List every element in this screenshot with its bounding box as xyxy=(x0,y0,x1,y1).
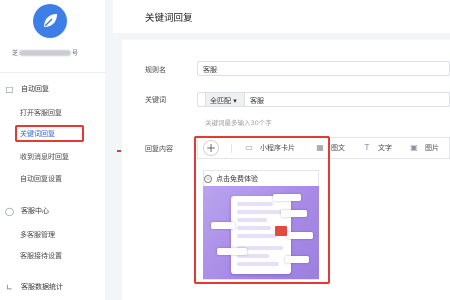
keyword-value: 客服 xyxy=(250,97,264,105)
rule-name-label: 规则名 xyxy=(145,66,166,74)
sidebar-item-message-reply[interactable]: 收到消息时回复 xyxy=(20,151,69,163)
tool-label: 图文 xyxy=(331,144,345,152)
tool-image[interactable]: ▣ 图片 xyxy=(409,141,439,155)
keyword-hint: 关键词最多输入30个字 xyxy=(205,119,272,127)
headset-icon: ◯ xyxy=(5,206,14,216)
chart-icon: ∟ xyxy=(6,282,13,292)
chevron-down-icon: ▾ xyxy=(233,97,237,105)
account-name: 芝号 xyxy=(12,48,96,58)
sidebar: 芝号 □ 自动回复 打开客服回复 关键词回复 收到消息时回复 自动回复设置 ◯ … xyxy=(0,0,105,300)
image-icon: ▣ xyxy=(410,143,418,152)
sidebar-item-open-service-reply[interactable]: 打开客服回复 xyxy=(20,107,62,119)
sidebar-item-label: 客服接待设置 xyxy=(20,252,62,260)
reply-content-label: 回复内容 xyxy=(145,145,173,153)
sidebar-item-label: 打开客服回复 xyxy=(20,109,62,117)
sidebar-item-label: 自动回复设置 xyxy=(20,175,62,183)
sidebar-group-service-center[interactable]: ◯ 客服中心 xyxy=(5,205,100,217)
sidebar-item-reception-settings[interactable]: 客服接待设置 xyxy=(20,250,62,262)
keyword-label: 关键词 xyxy=(145,96,166,104)
leaf-icon xyxy=(44,14,57,27)
sidebar-divider xyxy=(0,72,105,73)
header: 关键词回复 xyxy=(113,0,450,33)
highlight-box-active-item xyxy=(15,125,84,142)
page-title: 关键词回复 xyxy=(145,13,193,24)
rule-name-input[interactable]: 客服 xyxy=(197,61,450,76)
account-name-redacted xyxy=(19,50,72,56)
tool-label: 图片 xyxy=(425,144,439,152)
tool-text[interactable]: T 文字 xyxy=(362,141,392,155)
sidebar-item-label: 收到消息时回复 xyxy=(20,153,69,161)
sidebar-item-label: 多客服管理 xyxy=(20,231,55,239)
chat-icon: □ xyxy=(5,84,14,94)
match-mode-select[interactable]: 全匹配 ▾ xyxy=(205,92,245,107)
sidebar-group-label: 客服数据统计 xyxy=(21,283,63,291)
account-suffix: 号 xyxy=(72,50,79,57)
sidebar-group-label: 客服中心 xyxy=(21,207,49,215)
sidebar-group-service-stats[interactable]: ∟ 客服数据统计 xyxy=(5,281,100,293)
sidebar-item-multi-service[interactable]: 多客服管理 xyxy=(20,229,55,241)
text-icon: T xyxy=(364,143,370,152)
rule-name-value: 客服 xyxy=(203,66,217,74)
app-logo xyxy=(33,4,67,38)
tool-label: 文字 xyxy=(378,144,392,152)
sidebar-item-auto-reply-settings[interactable]: 自动回复设置 xyxy=(20,173,62,185)
sidebar-group-auto-reply[interactable]: □ 自动回复 xyxy=(5,83,100,95)
highlight-marker xyxy=(117,150,121,152)
match-mode-value: 全匹配 xyxy=(210,97,231,105)
highlight-box-reply-content xyxy=(194,136,330,284)
keyword-input[interactable]: 客服 xyxy=(245,92,450,107)
sidebar-group-label: 自动回复 xyxy=(21,85,49,93)
account-prefix: 芝 xyxy=(12,50,19,57)
